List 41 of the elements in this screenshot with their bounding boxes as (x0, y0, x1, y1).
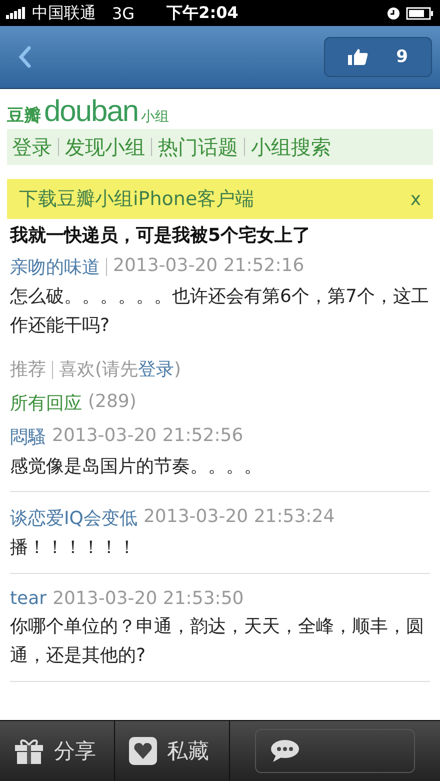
reply-time: 2013-03-20 21:52:56 (52, 424, 244, 448)
douban-logo[interactable]: 豆瓣 douban 小组 (7, 95, 433, 129)
like-button[interactable]: 9 (324, 37, 432, 77)
reply-body: 感觉像是岛国片的节奏。。。。 (10, 454, 263, 479)
nav-link[interactable]: 登录 (12, 134, 52, 160)
gift-icon (14, 738, 44, 764)
post-time: 2013-03-20 21:52:16 (113, 255, 304, 278)
status-time: 下午2:04 (166, 2, 238, 24)
reply-count: (289) (88, 390, 136, 414)
reply-body: 播！！！！！！ (10, 536, 137, 560)
post-title: 我就一快递员，可是我被5个宅女上了 (10, 224, 312, 247)
thumbs-up-icon (348, 48, 368, 66)
nav-link[interactable]: 热门话题 (158, 134, 238, 160)
share-button[interactable]: 分享 (0, 721, 115, 781)
like-label: 喜欢(请先 (59, 358, 138, 380)
banner-text[interactable]: 下载豆瓣小组iPhone客户端 (19, 186, 254, 212)
favorite-button[interactable]: 私藏 (115, 721, 230, 781)
paren-text: ) (174, 358, 182, 380)
nav-link[interactable]: 发现小组 (65, 134, 145, 160)
signal-icon (6, 7, 26, 19)
close-button[interactable]: x (410, 188, 421, 210)
recommend-link[interactable]: 推荐 (10, 358, 46, 380)
author-link[interactable]: tear (10, 588, 47, 610)
back-icon[interactable] (18, 46, 32, 68)
reply-body: 你哪个单位的？申通，韵达，天天，全峰，顺丰，圆通，还是其他的? (10, 615, 425, 668)
reply-time: 2013-03-20 21:53:24 (143, 506, 335, 530)
clock-icon (387, 6, 400, 20)
author-link[interactable]: 亲吻的味道 (10, 255, 100, 279)
download-banner[interactable]: 下载豆瓣小组iPhone客户端 x (7, 179, 433, 219)
login-link[interactable]: 登录 (138, 358, 174, 380)
nav-link[interactable]: 小组搜索 (251, 134, 331, 160)
replies-heading: 所有回应 (10, 392, 82, 415)
author-link[interactable]: 谈恋爱IQ会变低 (10, 506, 138, 530)
author-link[interactable]: 悶騷 (10, 424, 46, 449)
comment-button[interactable] (255, 729, 415, 773)
carrier-name: 中国联通 (32, 2, 96, 24)
reply-time: 2013-03-20 21:53:50 (52, 588, 244, 610)
speech-bubble-icon (270, 739, 300, 763)
battery-icon (406, 6, 434, 20)
network-type: 3G (112, 4, 135, 22)
post-body: 怎么破。。。。。。也许还会有第6个，第7个，这工作还能干吗? (10, 285, 430, 338)
